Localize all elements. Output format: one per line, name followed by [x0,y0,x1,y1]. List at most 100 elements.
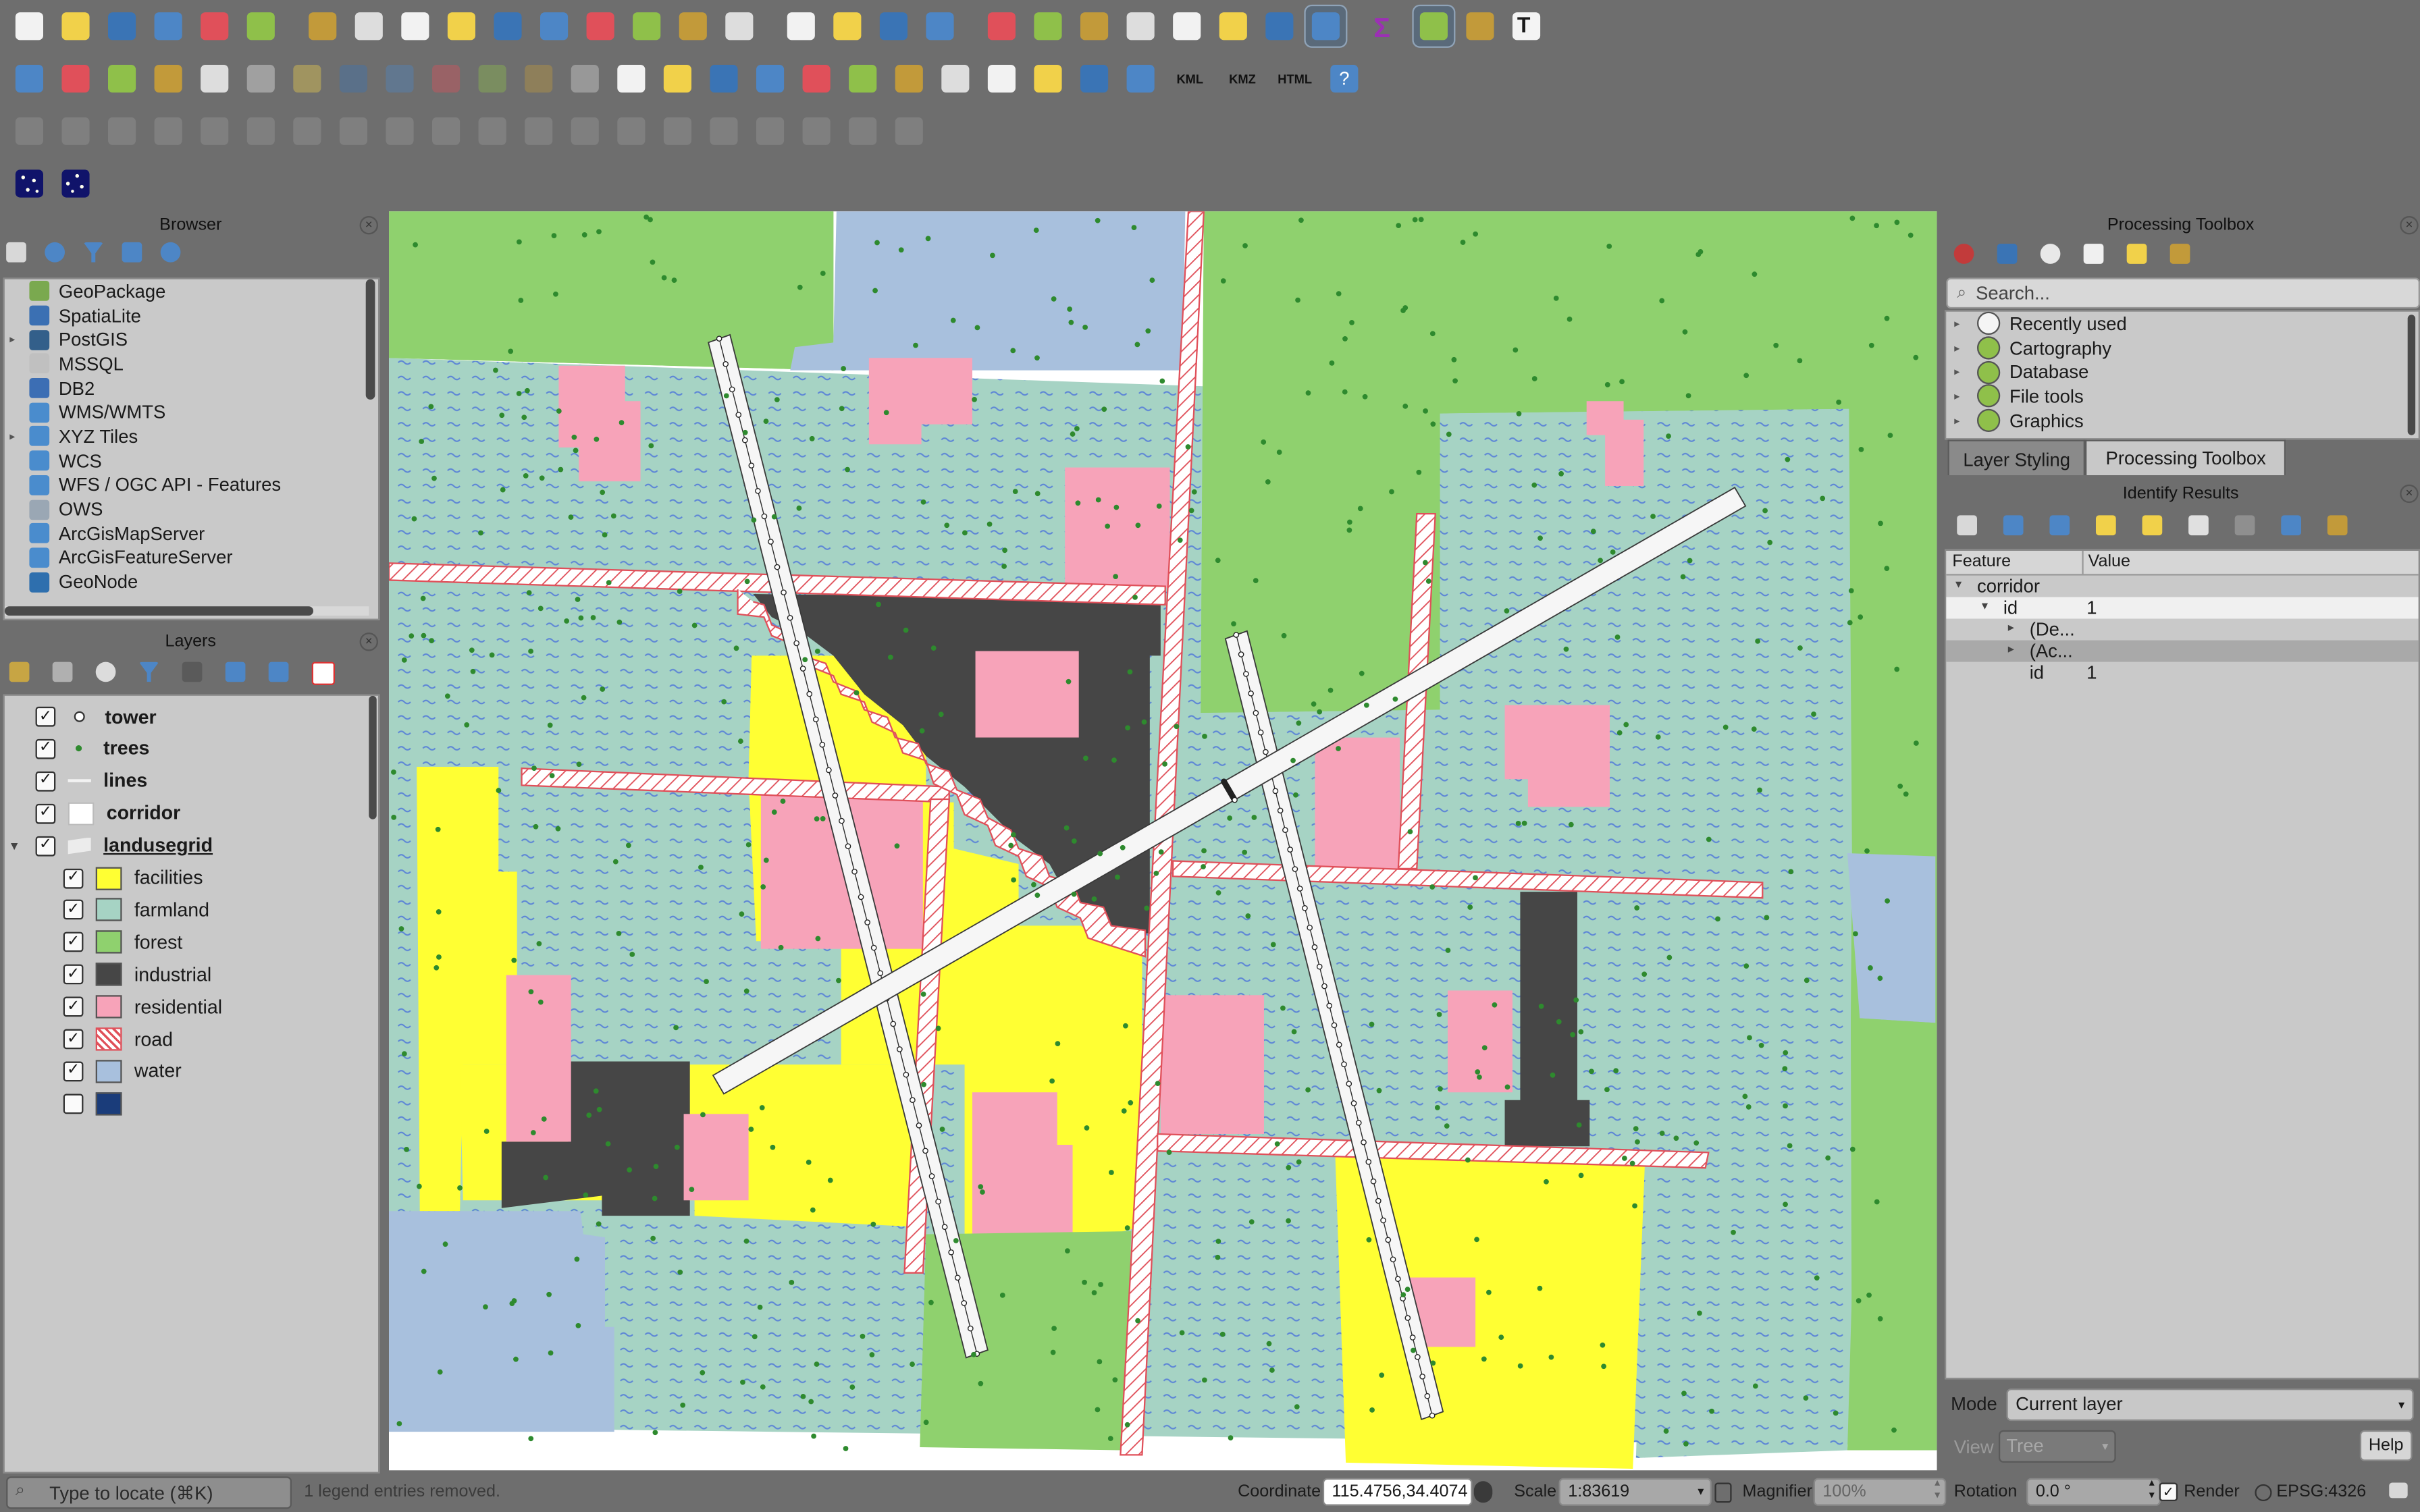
lock-icon[interactable] [1714,1482,1732,1503]
delete-icon[interactable] [565,59,605,99]
expand-tree-icon[interactable] [1957,515,1977,536]
coordinate-field[interactable]: 115.4756,34.4074 [1322,1478,1473,1506]
expand-arrow-icon[interactable]: ▸ [1949,342,1965,354]
scrollbar[interactable] [365,279,375,400]
eye-icon[interactable] [95,662,116,682]
layer-visibility-checkbox[interactable]: ✓ [63,1061,84,1082]
advanced-edit-6-icon[interactable] [241,111,281,151]
layer-item-residential[interactable]: ✓ residential [63,991,222,1023]
deselect-icon[interactable] [1120,6,1160,46]
settings-icon[interactable] [2327,515,2348,536]
zoom-full-icon[interactable] [488,6,527,46]
column-value[interactable]: Value [2088,552,2130,570]
filter-legend-icon[interactable] [138,662,159,682]
browser-item[interactable]: ArcGisFeatureServer [5,545,378,570]
history-icon[interactable] [2040,244,2061,264]
tower-point[interactable] [851,868,858,875]
tower-point[interactable] [1385,1237,1392,1243]
layer-item-road[interactable]: ✓ road [63,1023,173,1055]
zoom-next-icon[interactable] [719,6,759,46]
tower-point[interactable] [1253,709,1259,716]
help-button[interactable]: Help [2359,1430,2413,1461]
label-pin-icon[interactable] [935,59,975,99]
select-features-icon[interactable] [1074,6,1114,46]
stars-plugin-icon[interactable] [9,163,49,203]
redo-icon[interactable] [379,59,419,99]
filter-expression-icon[interactable] [182,662,203,682]
advanced-edit-19-icon[interactable] [843,111,883,151]
advanced-edit-2-icon[interactable] [55,111,95,151]
layer-item-lines[interactable]: ✓ lines [14,765,147,797]
browser-item[interactable]: OWS [5,497,378,521]
pencil-icon[interactable] [148,59,188,99]
layer-item-facilities[interactable]: ✓ facilities [63,862,203,894]
tower-point[interactable] [1346,1081,1352,1087]
layer-visibility-checkbox[interactable]: ✓ [35,771,56,792]
tower-point[interactable] [1390,1256,1396,1263]
view-select[interactable]: Tree ▾ [1998,1430,2116,1463]
expand-arrow-icon[interactable]: ▸ [5,431,20,443]
add-feature-icon[interactable] [194,59,234,99]
label-change-icon[interactable] [796,59,836,99]
kmz-export-icon[interactable]: KMZ [1219,59,1266,99]
locator-input[interactable]: Type to locate (⌘K) [49,1483,213,1505]
advanced-edit-13-icon[interactable] [565,111,605,151]
tower-point[interactable] [928,1173,935,1179]
tower-point[interactable] [1311,944,1318,950]
layer-visibility-checkbox[interactable]: ✓ [63,900,84,921]
layer-visibility-checkbox[interactable]: ✓ [35,738,56,759]
tower-point[interactable] [755,487,761,494]
show-bookmarks-icon[interactable] [827,6,867,46]
tower-point[interactable] [1350,1100,1357,1106]
new-bookmark-icon[interactable] [781,6,821,46]
add-selected-icon[interactable] [6,242,26,263]
expand-arrow-icon[interactable]: ▸ [2008,620,2014,634]
layer-visibility-checkbox[interactable]: ✓ [35,706,56,727]
tower-point[interactable] [858,894,864,900]
tower-point[interactable] [1296,886,1303,892]
tower-point[interactable] [799,666,806,672]
tower-point[interactable] [1282,827,1288,834]
stars-random-plugin-icon[interactable] [55,163,95,203]
zoom-to-selection-icon[interactable] [534,6,574,46]
tower-point[interactable] [1419,1373,1425,1380]
browser-item[interactable]: SpatiaLite [5,304,378,328]
advanced-edit-18-icon[interactable] [796,111,836,151]
tower-point[interactable] [774,564,781,570]
expand-new-icon[interactable] [2095,515,2116,536]
processing-group[interactable]: ▸ Cartography [1946,336,2418,360]
tower-point[interactable] [864,919,870,925]
advanced-edit-8-icon[interactable] [334,111,373,151]
pan-icon[interactable] [302,6,342,46]
expand-all-icon[interactable] [2003,515,2024,536]
label-unpin-icon[interactable] [982,59,1022,99]
layer-visibility-checkbox[interactable]: ✓ [63,1029,84,1050]
tower-point[interactable] [1316,963,1323,970]
stats-icon[interactable] [1259,6,1299,46]
processing-group[interactable]: ▸ Graphics [1946,408,2418,433]
tower-point[interactable] [1409,1334,1416,1341]
attribute-table-icon[interactable] [1167,6,1207,46]
tower-point[interactable] [729,386,735,393]
identify-row[interactable]: ▸ (Ac... [1946,640,2419,662]
text-annotation-icon[interactable]: T [1506,6,1546,46]
globe-icon[interactable] [1074,59,1114,99]
layer-item-unnamed[interactable] [63,1087,134,1120]
help-icon[interactable]: ? [1324,59,1364,99]
tower-point[interactable] [1365,1158,1372,1165]
advanced-edit-12-icon[interactable] [519,111,558,151]
browser-item[interactable]: ▸ PostGIS [5,327,378,352]
locator-bar[interactable]: ⌕ Type to locate (⌘K) [6,1476,292,1509]
tower-point[interactable] [832,792,839,799]
tower-point[interactable] [1321,983,1327,990]
crs-label[interactable]: EPSG:4326 [2276,1483,2366,1501]
html-export-icon[interactable]: HTML [1271,59,1318,99]
annotations-icon[interactable] [1460,6,1500,46]
tower-point[interactable] [1424,1393,1431,1399]
tower-point[interactable] [961,1300,968,1306]
zoom-native-icon[interactable] [627,6,666,46]
messages-icon[interactable] [2389,1482,2408,1498]
digitize-icon[interactable] [9,59,49,99]
label-config-icon[interactable] [1028,59,1068,99]
tower-point[interactable] [806,691,813,697]
